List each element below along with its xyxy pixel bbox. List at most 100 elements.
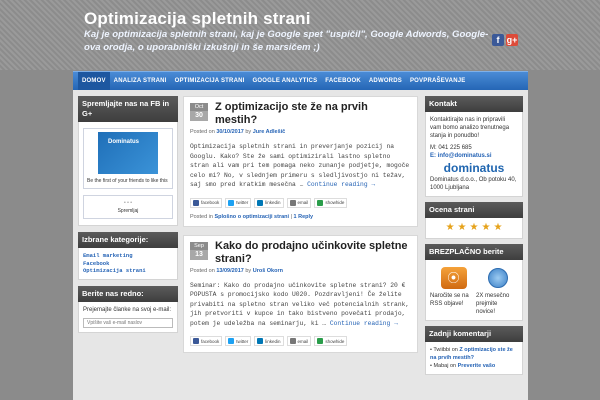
facebook-icon [193, 199, 199, 206]
newsletter-text: Prejemajte članke na svoj e-mail: [83, 306, 172, 313]
category-link[interactable]: Email marketing [83, 252, 173, 260]
share-showhide-button[interactable]: showhide [314, 336, 348, 346]
share-facebook-button[interactable]: facebook [190, 197, 223, 208]
share-label: showhide [325, 338, 345, 344]
fb-like-box[interactable]: Dominatus Be the first of your friends t… [83, 128, 173, 189]
plus-icon [317, 338, 324, 344]
comment-post-link[interactable]: Preverite vašo [458, 363, 496, 369]
right-sidebar: Kontakt Kontaktirajte nas in pripravili … [425, 96, 523, 375]
newsletter-icon[interactable] [487, 268, 508, 288]
post-date-link[interactable]: 13/09/2017 [216, 268, 244, 274]
nav-item-domov[interactable]: DOMOV [78, 71, 110, 91]
rating-stars[interactable]: ★ ★ ★ ★ ★ [425, 218, 523, 239]
meta-label: Posted on [190, 129, 215, 135]
widget-title-categories: Izbrane kategorije: [78, 232, 178, 248]
share-linkedin-button[interactable]: linkedin [254, 336, 284, 346]
star-icon[interactable]: ★ [481, 223, 490, 233]
post-title[interactable]: Kako do prodajno učinkovite spletne stra… [215, 236, 410, 266]
email-icon [289, 199, 296, 206]
social-links: f g+ [492, 34, 518, 46]
reply-link[interactable]: 1 Reply [294, 214, 314, 220]
post-date-badge: Oct 30 [190, 103, 208, 121]
post-category-line: Posted in Splošno o optimizaciji strani … [190, 213, 314, 220]
share-label: email [297, 338, 309, 344]
nav-item-adwords[interactable]: ADWORDS [365, 72, 406, 91]
facebook-icon [193, 338, 199, 344]
posted-in-label: Posted in [190, 213, 213, 220]
site-title[interactable]: Optimizacija spletnih strani [84, 9, 311, 29]
main-nav: DOMOV ANALIZA STRANI OPTIMIZACIJA STRANI… [73, 71, 528, 91]
share-linkedin-button[interactable]: linkedin [254, 197, 284, 208]
post-category-link[interactable]: Splošno o optimizaciji strani [214, 214, 289, 220]
comment-on: on [449, 363, 457, 369]
comment-item: • Twiibbi on Z optimizacijo ste že na pr… [430, 347, 513, 361]
follow-button[interactable]: Spremljaj [87, 207, 169, 215]
main-content: Oct 30 Z optimizacijo ste že na prvih mes… [183, 96, 418, 353]
widget-comments: • Twiibbi on Z optimizacijo ste že na pr… [425, 342, 523, 375]
date-day: 13 [190, 249, 208, 260]
widget-contact: Kontaktirajte nas in pripravili vam bomo… [425, 112, 523, 197]
category-link[interactable]: Facebook [83, 260, 173, 268]
widget-title-contact: Kontakt [425, 96, 523, 112]
google-plus-icon[interactable]: g+ [506, 34, 518, 46]
comment-on: on [451, 347, 458, 353]
fb-cover-image: Dominatus [98, 132, 158, 174]
post-article: Sep 13 Kako do prodajno učinkovite spletn… [183, 234, 418, 353]
star-icon[interactable]: ★ [446, 223, 455, 233]
post-author-link[interactable]: Uroš Okorn [253, 268, 283, 274]
share-bar: facebook twitter linkedin email showhide [190, 336, 411, 346]
post-article: Oct 30 Z optimizacijo ste že na prvih mes… [183, 96, 418, 227]
share-bar: facebook twitter linkedin email showhide [190, 197, 411, 208]
share-email-button[interactable]: email [286, 197, 312, 208]
star-icon[interactable]: ★ [458, 223, 467, 233]
widget-title-rating: Ocena strani [425, 202, 523, 218]
content-wrapper: Spremljajte nas na FB in G+ Dominatus Be… [73, 90, 528, 400]
widget-title-comments: Zadnji komentarji [425, 326, 523, 342]
continue-reading-link[interactable]: Continue reading → [330, 320, 398, 327]
rss-text[interactable]: Naročite se na RSS objave! [430, 292, 472, 316]
nav-item-analiza[interactable]: ANALIZA STRANI [110, 72, 171, 91]
widget-fb: Dominatus Be the first of your friends t… [78, 122, 178, 226]
nav-item-povprasevanje[interactable]: POVPRAŠEVANJE [406, 72, 470, 91]
share-email-button[interactable]: email [286, 336, 312, 346]
widget-free: ⦿ Naročite se na RSS objave! 2X mesečno … [425, 260, 523, 321]
twitter-icon [228, 199, 235, 206]
category-link[interactable]: Optimizacija strani [83, 267, 173, 275]
left-sidebar: Spremljajte nas na FB in G+ Dominatus Be… [78, 96, 178, 333]
star-icon[interactable]: ★ [493, 223, 502, 233]
date-day: 30 [190, 111, 208, 121]
share-label: twitter [236, 200, 249, 205]
post-date-link[interactable]: 30/10/2017 [216, 129, 244, 135]
share-showhide-button[interactable]: showhide [314, 197, 348, 208]
newsletter-email-field[interactable]: Vpišite vaš e-mail naslov [83, 317, 173, 328]
continue-reading-link[interactable]: Continue reading → [307, 181, 375, 188]
facebook-icon[interactable]: f [492, 34, 504, 46]
post-meta: Posted on 13/09/2017 by Uroš Okorn [190, 268, 417, 274]
share-label: email [297, 200, 309, 205]
star-icon[interactable]: ★ [470, 223, 479, 233]
share-twitter-button[interactable]: twitter [225, 197, 252, 208]
mail-text[interactable]: 2X mesečno prejmite novice! [476, 292, 518, 316]
rss-icon[interactable]: ⦿ [440, 267, 467, 289]
post-author-link[interactable]: Jure Adlešič [253, 129, 286, 135]
share-twitter-button[interactable]: twitter [225, 336, 252, 346]
subscribe-icons: ⦿ [430, 264, 518, 292]
plus-icon [317, 199, 324, 206]
contact-email[interactable]: E: info@dominatus.si [430, 152, 518, 160]
comment-author: Twiibbi [433, 347, 451, 353]
share-facebook-button[interactable]: facebook [190, 336, 223, 346]
site-tagline: Kaj je optimizacija spletnih strani, kaj… [84, 29, 489, 53]
widget-newsletter: Prejemajte članke na svoj e-mail: Vpišit… [78, 301, 178, 333]
post-title[interactable]: Z optimizacijo ste že na prvih mestih? [215, 97, 410, 127]
widget-title-fb: Spremljajte nas na FB in G+ [78, 96, 178, 122]
nav-item-optimizacija[interactable]: OPTIMIZACIJA STRANI [171, 72, 249, 91]
widget-title-free: BREZPLAČNO berite [425, 244, 523, 260]
post-excerpt: Optimizacija spletnih strani in preverja… [190, 142, 411, 190]
nav-item-facebook[interactable]: FACEBOOK [321, 72, 365, 91]
linkedin-icon [257, 199, 264, 206]
excerpt-text: Optimizacija spletnih strani in preverja… [190, 143, 410, 188]
post-date-badge: Sep 13 [190, 241, 208, 260]
nav-item-analytics[interactable]: GOOGLE ANALYTICS [249, 72, 322, 91]
meta-by: by [245, 267, 252, 274]
fb-friends-text: Be the first of your friends to like thi… [87, 178, 168, 184]
